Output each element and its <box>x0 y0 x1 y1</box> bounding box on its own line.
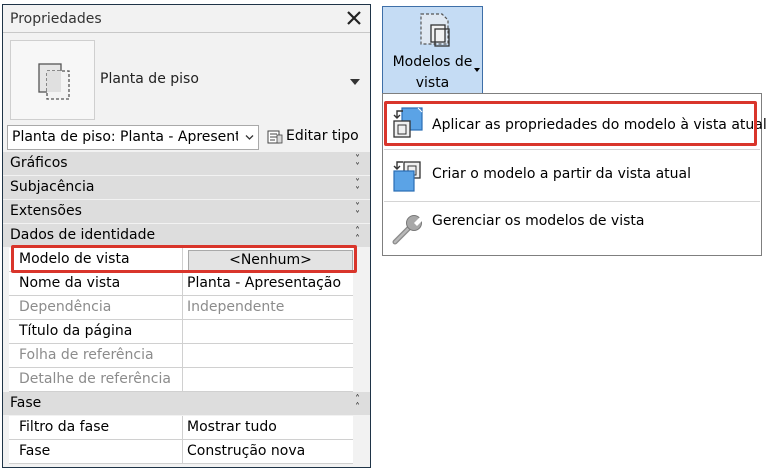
collapse-icon: ˄ ˄ <box>355 226 360 245</box>
wrench-icon <box>392 215 424 245</box>
edit-type-icon <box>267 130 283 144</box>
group-subjacencia[interactable]: Subjacência ˅ ˅ <box>3 176 370 200</box>
expand-icon: ˅ ˅ <box>355 178 360 197</box>
collapse-icon: ˄ ˄ <box>355 394 360 413</box>
instance-selector-row: Planta de piso: Planta - Apresenta Edita… <box>3 123 370 153</box>
property-value: Mostrar tudo <box>187 419 277 435</box>
chevron-down-icon <box>245 135 254 140</box>
property-label: Fase <box>19 443 51 459</box>
expand-icon: ˅ ˅ <box>355 202 360 221</box>
highlight-box-apply-template <box>384 101 757 146</box>
group-label: Gráficos <box>10 155 68 171</box>
property-row-titulo-da-pagina: Título da página <box>9 320 353 344</box>
ribbon-button-label-line1: Modelos de <box>392 54 473 70</box>
instance-filter-select[interactable]: Planta de piso: Planta - Apresenta <box>7 125 259 150</box>
type-name: Planta de piso <box>100 71 199 87</box>
property-row-dependencia: Dependência Independente <box>9 296 353 320</box>
property-row-nome-da-vista: Nome da vista Planta - Apresentação <box>9 272 353 296</box>
view-template-icon <box>420 13 450 47</box>
expand-icon: ˅ ˅ <box>355 154 360 173</box>
type-selector[interactable]: Planta de piso <box>3 33 370 123</box>
property-row-filtro-da-fase: Filtro da fase Mostrar tudo <box>9 416 353 440</box>
group-label: Dados de identidade <box>10 227 156 243</box>
type-dropdown-arrow-icon[interactable] <box>350 79 360 85</box>
menu-item-manage-templates[interactable]: Gerenciar os modelos de vista <box>383 202 761 257</box>
group-label: Fase <box>10 395 42 411</box>
group-graficos[interactable]: Gráficos ˅ ˅ <box>3 152 370 176</box>
menu-item-label: Criar o modelo a partir da vista atual <box>432 166 691 182</box>
close-icon[interactable] <box>345 9 363 27</box>
view-templates-ribbon-button[interactable]: Modelos de vista <box>382 6 483 94</box>
properties-palette: Propriedades Planta de piso Planta de pi… <box>2 4 371 468</box>
edit-type-button[interactable]: Editar tipo <box>265 125 365 150</box>
properties-title: Propriedades <box>10 11 102 27</box>
instance-filter-value: Planta de piso: Planta - Apresenta <box>12 129 238 145</box>
menu-item-create-template[interactable]: Criar o modelo a partir da vista atual <box>383 150 761 205</box>
ribbon-button-label-line2: vista <box>415 75 450 91</box>
property-label: Nome da vista <box>19 275 121 291</box>
dropdown-arrow-icon <box>474 68 480 72</box>
menu-item-label: Gerenciar os modelos de vista <box>432 213 645 229</box>
highlight-box-view-template <box>11 245 357 273</box>
property-label: Folha de referência <box>19 347 154 363</box>
phase-filter-field[interactable]: Mostrar tudo <box>185 416 353 440</box>
group-label: Subjacência <box>10 179 95 195</box>
property-row-folha-de-referencia: Folha de referência <box>9 344 353 368</box>
property-value: Construção nova <box>187 443 306 459</box>
properties-title-bar: Propriedades <box>3 5 370 33</box>
property-row-fase: Fase Construção nova <box>9 440 353 464</box>
create-template-icon <box>393 161 421 192</box>
property-label: Dependência <box>19 299 112 315</box>
property-label: Detalhe de referência <box>19 371 171 387</box>
property-row-detalhe-de-referencia: Detalhe de referência <box>9 368 353 392</box>
group-extensoes[interactable]: Extensões ˅ ˅ <box>3 200 370 224</box>
page-title-field[interactable] <box>185 320 353 344</box>
floor-plan-icon <box>38 63 70 100</box>
group-fase[interactable]: Fase ˄ ˄ <box>3 392 370 416</box>
property-label: Título da página <box>19 323 133 339</box>
property-value: Independente <box>187 299 285 315</box>
property-label: Filtro da fase <box>19 419 110 435</box>
view-name-field[interactable]: Planta - Apresentação <box>185 272 353 296</box>
property-value: Planta - Apresentação <box>187 275 342 291</box>
phase-field[interactable]: Construção nova <box>185 440 353 464</box>
group-label: Extensões <box>10 203 82 219</box>
edit-type-label: Editar tipo <box>286 128 359 144</box>
type-thumbnail <box>10 40 95 120</box>
